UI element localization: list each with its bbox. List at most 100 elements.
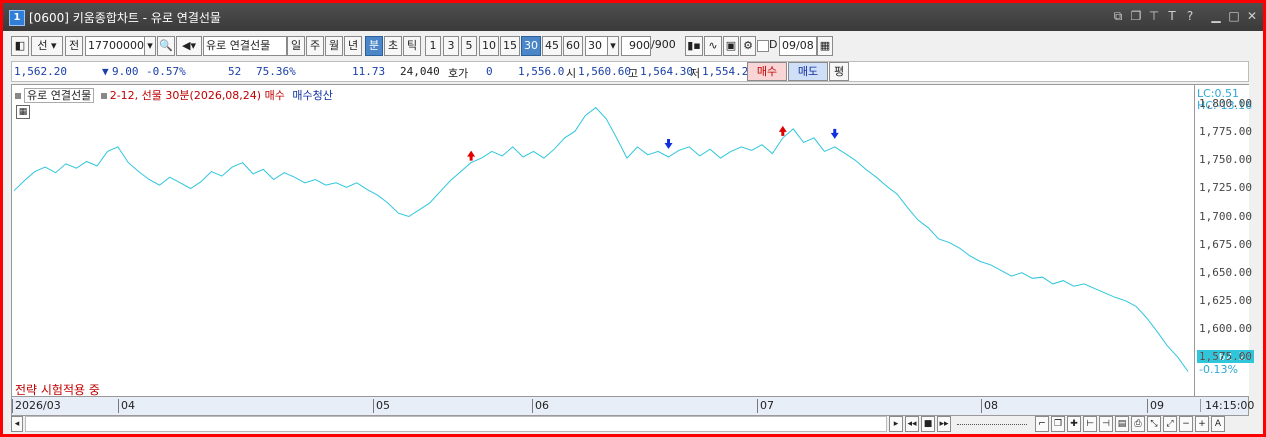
stop-icon[interactable]: ■ — [921, 416, 935, 432]
interval-1[interactable]: 1 — [425, 36, 441, 56]
interval-60[interactable]: 60 — [563, 36, 583, 56]
chart-window: 1 [0600] 키움종합차트 - 유로 연결선물 ⧉ ❐ ⊤ T ? ▁ □ … — [0, 0, 1266, 437]
speaker-icon[interactable]: ◀▾ — [176, 36, 202, 56]
count-input[interactable]: 900 — [621, 36, 651, 56]
window-tool-icon[interactable]: ❐ — [1051, 416, 1065, 432]
time-tick-label: 06 — [532, 399, 549, 413]
date-input[interactable]: 09/08 — [779, 36, 817, 56]
search-icon[interactable]: 🔍 — [157, 36, 175, 56]
gear-icon[interactable]: ⚙ — [740, 36, 756, 56]
price-tick-label: 1,700.00 — [1199, 209, 1252, 223]
save-icon[interactable]: ▣ — [723, 36, 739, 56]
line-tool-icon[interactable]: ∿ — [704, 36, 722, 56]
code-dropdown-icon[interactable]: ▾ — [144, 36, 156, 56]
interval-3[interactable]: 3 — [443, 36, 459, 56]
eval-button[interactable]: 평 — [829, 62, 849, 81]
low-label: 저 — [690, 67, 701, 80]
price-tick-label: 1,575.00 — [1199, 349, 1252, 363]
last-price: 1,562.20 — [14, 65, 67, 78]
draw-tool-icon[interactable]: ⌐ — [1035, 416, 1049, 432]
help-icon[interactable]: ? — [1183, 9, 1197, 23]
code-input[interactable]: 17700000 — [85, 36, 145, 56]
time-tick-label: 2026/03 — [12, 399, 61, 413]
all-button[interactable]: 전 — [65, 36, 83, 56]
legend-exit[interactable]: 매수청산 — [292, 89, 332, 102]
interval-5[interactable]: 5 — [461, 36, 477, 56]
minimize-button[interactable]: ▁ — [1209, 9, 1223, 23]
close-button[interactable]: ✕ — [1245, 9, 1259, 23]
price-tick-label: 1,650.00 — [1199, 265, 1252, 279]
open-price: 1,560.60 — [578, 65, 631, 78]
price-chart[interactable]: 유로 연결선물 2-12, 선물 30분(2026,08,24) 매수 매수청산… — [11, 84, 1254, 416]
legend-strategy[interactable]: 2-12, 선물 30분(2026,08,24) 매수 — [110, 89, 285, 102]
count-max: /900 — [651, 38, 676, 51]
layout-icon[interactable]: ◧ — [11, 36, 29, 56]
price-series-line — [13, 106, 1189, 372]
maximize-button[interactable]: □ — [1227, 9, 1241, 23]
period-week[interactable]: 주 — [306, 36, 324, 56]
bottom-bar: ◂ ▸ ◂◂ ■ ▸▸ ⌐ ❐ ✚ ⊢ ⊣ ▤ ⎙ ⤡ ⤢ − + A — [11, 416, 1247, 432]
pin-icon[interactable]: ⊤ — [1147, 9, 1161, 23]
toolbar: ◧ 선 ▾ 전 17700000 ▾ 🔍 ◀▾ 유로 연결선물 일 주 월 년 … — [3, 36, 1263, 58]
legend-instrument[interactable]: 유로 연결선물 — [24, 88, 95, 103]
fit-icon[interactable]: ⊢ — [1083, 416, 1097, 432]
shrink-icon[interactable]: ⤡ — [1147, 416, 1161, 432]
print-icon[interactable]: ⎙ — [1131, 416, 1145, 432]
rewind-icon[interactable]: ◂◂ — [905, 416, 919, 432]
price-tick-label: 1,600.00 — [1199, 321, 1252, 335]
market-select[interactable]: 선 ▾ — [31, 36, 63, 56]
plot-area[interactable]: 유로 연결선물 2-12, 선물 30분(2026,08,24) 매수 매수청산… — [12, 85, 1194, 397]
zoom-in-icon[interactable]: + — [1195, 416, 1209, 432]
expand-icon[interactable]: ⤢ — [1163, 416, 1177, 432]
interval-30[interactable]: 30 — [521, 36, 541, 56]
window-title: [0600] 키움종합차트 - 유로 연결선물 — [29, 11, 221, 25]
quote-field-4: 0 — [486, 65, 493, 78]
interval-45[interactable]: 45 — [542, 36, 562, 56]
scroll-right-icon[interactable]: ▸ — [889, 416, 903, 432]
fast-forward-icon[interactable]: ▸▸ — [937, 416, 951, 432]
period-month[interactable]: 월 — [325, 36, 343, 56]
sell-button[interactable]: 매도 — [788, 62, 828, 81]
copy-window-icon[interactable]: ❐ — [1129, 9, 1143, 23]
quote-field-3: 11.73 — [352, 65, 386, 78]
horizontal-scrollbar[interactable] — [25, 416, 887, 432]
change-arrow-icon: ▼ — [102, 65, 109, 78]
legend-marker-icon — [15, 93, 21, 99]
interval-10[interactable]: 10 — [479, 36, 499, 56]
sell-signal-arrow — [830, 128, 839, 139]
table-tool-icon[interactable]: ▤ — [1115, 416, 1129, 432]
price-tick-label: 1,675.00 — [1199, 237, 1252, 251]
buy-button[interactable]: 매수 — [747, 62, 787, 81]
price-tick-label: 1,725.00 — [1199, 181, 1252, 195]
time-tick-label: 09 — [1147, 399, 1164, 413]
current-pct-tag: -0.13% — [1199, 363, 1238, 376]
period-second[interactable]: 초 — [384, 36, 402, 56]
font-icon[interactable]: T — [1165, 9, 1179, 23]
interval-dropdown-icon[interactable]: ▾ — [607, 36, 619, 56]
period-year[interactable]: 년 — [344, 36, 362, 56]
zoom-out-icon[interactable]: − — [1179, 416, 1193, 432]
quote-field-1: 52 — [228, 65, 242, 78]
calendar-icon[interactable]: ▦ — [817, 36, 833, 56]
buy-signal-arrow — [778, 125, 787, 136]
link-window-icon[interactable]: ⧉ — [1111, 9, 1125, 23]
period-day[interactable]: 일 — [287, 36, 305, 56]
price-tick-label: 1,625.00 — [1199, 293, 1252, 307]
candle-icon[interactable]: ▮▪ — [685, 36, 703, 56]
interval-15[interactable]: 15 — [500, 36, 520, 56]
period-minute[interactable]: 분 — [365, 36, 383, 56]
font-size-icon[interactable]: A — [1211, 416, 1225, 432]
crosshair-icon[interactable]: ✚ — [1067, 416, 1081, 432]
date-checkbox[interactable] — [757, 40, 769, 52]
quote-bar: 1,562.20 ▼ 9.00 -0.57% 52 75.36% 11.73 2… — [11, 61, 1249, 82]
quote-field-2: 75.36% — [256, 65, 296, 78]
zoom-slider[interactable] — [957, 424, 1027, 425]
period-tick[interactable]: 틱 — [403, 36, 421, 56]
time-tick-label: 05 — [373, 399, 390, 413]
volume: 24,040 — [400, 65, 440, 78]
measure-icon[interactable]: ⊣ — [1099, 416, 1113, 432]
table-icon[interactable]: ▦ — [16, 105, 30, 119]
price-change-pct: -0.57% — [146, 65, 186, 78]
interval-select[interactable]: 30 — [585, 36, 609, 56]
scroll-left-icon[interactable]: ◂ — [11, 416, 23, 432]
